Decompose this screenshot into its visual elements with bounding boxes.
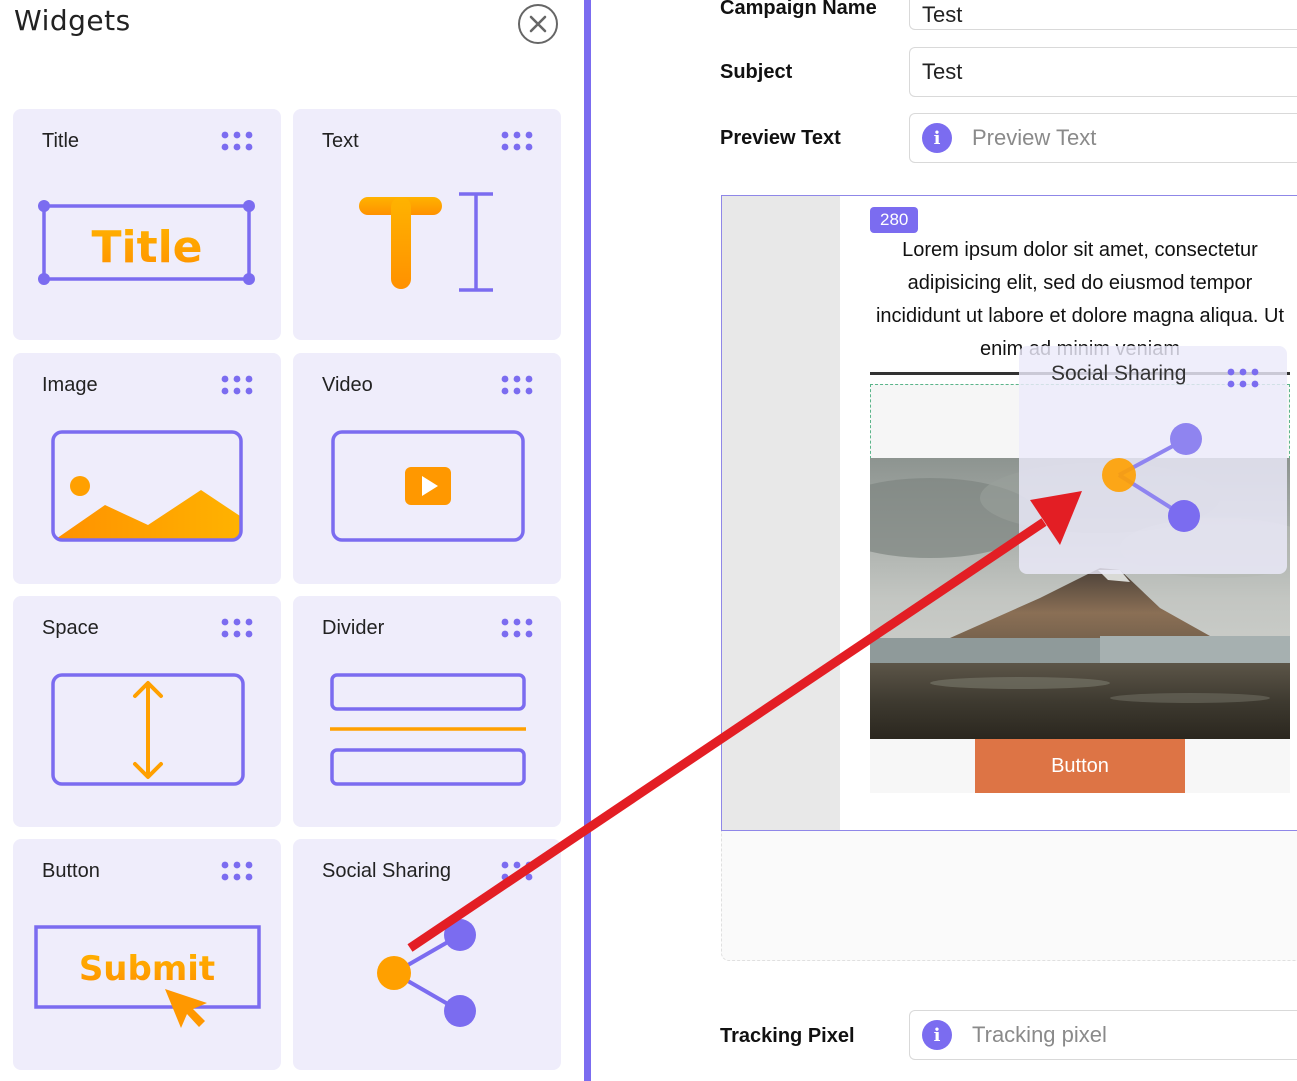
app-root: Widgets Title Title Text Image Video Spa… [0, 0, 1297, 1081]
close-icon [529, 15, 547, 33]
divider-widget-icon [330, 673, 526, 786]
subject-label: Subject [720, 61, 793, 83]
subject-value: Test [922, 59, 963, 84]
widget-card-text[interactable]: Text [293, 109, 561, 340]
button-graphic-text: Submit [79, 949, 215, 989]
image-widget-icon [51, 430, 243, 542]
preview-text-input[interactable]: i Preview Text [909, 113, 1297, 163]
campaign-name-label: Campaign Name [720, 0, 877, 19]
campaign-name-input[interactable]: Test [909, 0, 1297, 30]
email-text-block[interactable]: Lorem ipsum dolor sit amet, consectetur … [870, 234, 1290, 362]
campaign-editor: Campaign Name Test Subject Test Preview … [591, 0, 1297, 1081]
space-widget-icon [51, 673, 245, 786]
text-widget-icon [359, 192, 493, 292]
widget-card-social-sharing[interactable]: Social Sharing [293, 839, 561, 1070]
close-button[interactable] [518, 4, 558, 44]
drag-ghost-social-sharing: Social Sharing [1019, 346, 1287, 574]
tracking-pixel-input[interactable]: i Tracking pixel [909, 1010, 1297, 1060]
subject-input[interactable]: Test [909, 47, 1297, 97]
title-widget-icon: Title [38, 200, 255, 285]
share-icon [1102, 423, 1202, 532]
info-icon[interactable]: i [922, 123, 952, 153]
widget-card-image[interactable]: Image [13, 353, 281, 584]
title-graphic-text: Title [91, 222, 202, 273]
email-button-row: Button [870, 739, 1290, 793]
preview-text-placeholder: Preview Text [972, 125, 1097, 150]
video-widget-icon [331, 430, 525, 542]
sidebar-resize-handle[interactable] [584, 0, 591, 1081]
tracking-pixel-placeholder: Tracking pixel [972, 1022, 1107, 1047]
sidebar-title: Widgets [14, 4, 131, 37]
campaign-name-value: Test [922, 2, 963, 27]
tracking-pixel-label: Tracking Pixel [720, 1025, 855, 1047]
preview-text-label: Preview Text [720, 127, 841, 149]
canvas-empty-area[interactable] [721, 831, 1297, 961]
share-icon [377, 919, 476, 1027]
block-size-badge: 280 [870, 207, 919, 233]
email-cta-button[interactable]: Button [975, 739, 1185, 793]
info-icon[interactable]: i [922, 1020, 952, 1050]
button-widget-icon: Submit [34, 925, 261, 1028]
widget-card-space[interactable]: Space [13, 596, 281, 827]
widget-card-title[interactable]: Title Title [13, 109, 281, 340]
widget-card-divider[interactable]: Divider [293, 596, 561, 827]
widget-card-button[interactable]: Button Submit [13, 839, 281, 1070]
widget-card-video[interactable]: Video [293, 353, 561, 584]
widgets-sidebar: Widgets Title Title Text Image Video Spa… [0, 0, 584, 1081]
canvas-gutter [722, 196, 840, 830]
